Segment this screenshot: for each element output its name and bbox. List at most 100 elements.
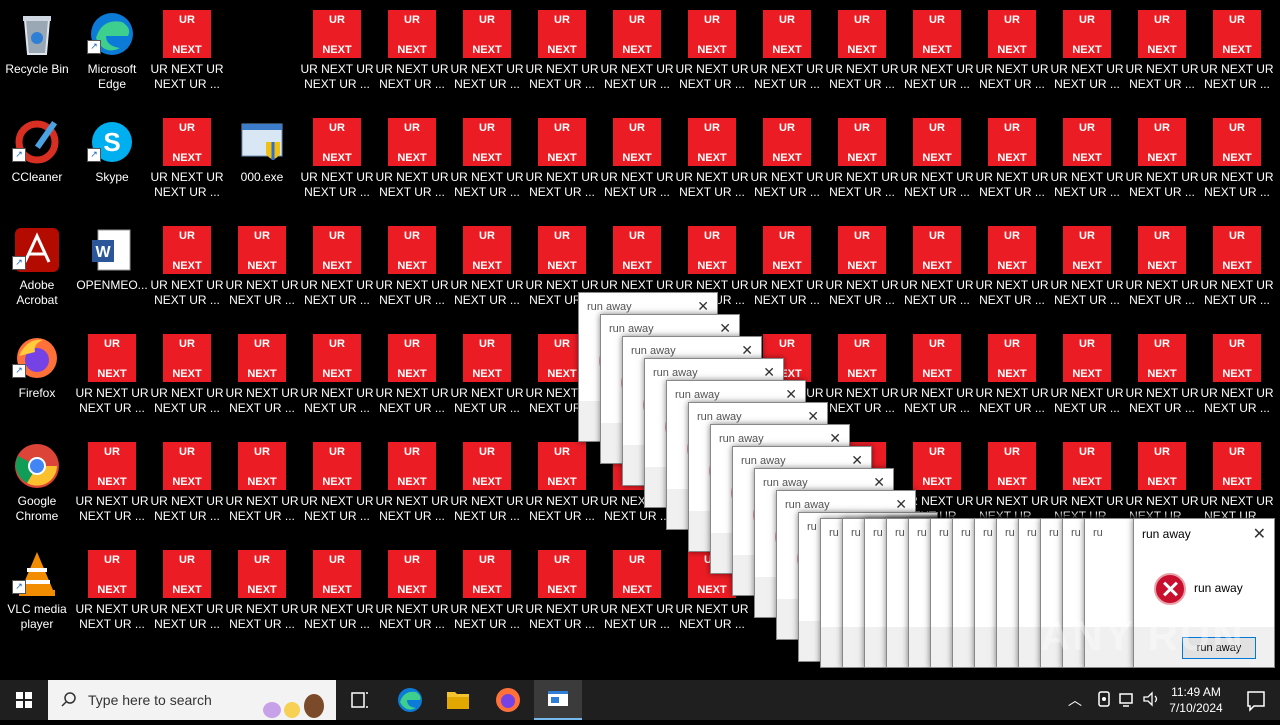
ur-next-shortcut[interactable]: UR NEXT UR NEXT UR NEXT UR ... — [300, 4, 374, 104]
acrobat-shortcut[interactable]: ↗ Adobe Acrobat — [0, 220, 74, 320]
ur-next-shortcut[interactable]: UR NEXT UR NEXT UR NEXT UR ... — [975, 4, 1049, 104]
ur-next-shortcut[interactable]: UR NEXT UR NEXT UR NEXT UR ... — [225, 436, 299, 536]
firefox-shortcut[interactable]: ↗ Firefox — [0, 328, 74, 428]
taskbar-firefox[interactable] — [484, 680, 532, 720]
ur-next-shortcut[interactable]: UR NEXT UR NEXT UR NEXT UR ... — [1050, 112, 1124, 212]
close-icon[interactable]: ✕ — [763, 364, 775, 381]
ur-next-shortcut[interactable]: UR NEXT UR NEXT UR NEXT UR ... — [375, 544, 449, 644]
ur-next-shortcut[interactable]: UR NEXT UR NEXT UR NEXT UR ... — [375, 328, 449, 428]
recycle-bin-shortcut[interactable]: Recycle Bin — [0, 4, 74, 104]
search-box[interactable]: Type here to search — [48, 680, 336, 720]
ur-next-shortcut[interactable]: UR NEXT UR NEXT UR NEXT UR ... — [300, 436, 374, 536]
action-center-button[interactable] — [1232, 680, 1280, 720]
ur-next-shortcut[interactable]: UR NEXT UR NEXT UR NEXT UR ... — [1200, 220, 1274, 320]
ur-next-shortcut[interactable]: UR NEXT UR NEXT UR NEXT UR ... — [1050, 328, 1124, 428]
close-icon[interactable]: ✕ — [741, 342, 753, 359]
ur-next-shortcut[interactable]: UR NEXT UR NEXT UR NEXT UR ... — [675, 112, 749, 212]
ur-next-shortcut[interactable]: UR NEXT UR NEXT UR NEXT UR ... — [300, 328, 374, 428]
volume-control[interactable] — [1142, 690, 1160, 708]
vlc-shortcut[interactable]: ↗ VLC media player — [0, 544, 74, 644]
ur-next-shortcut[interactable]: UR NEXT UR NEXT UR NEXT UR ... — [1050, 220, 1124, 320]
ur-next-shortcut[interactable]: UR NEXT UR NEXT UR NEXT UR ... — [375, 4, 449, 104]
ur-next-shortcut[interactable]: UR NEXT UR NEXT UR NEXT UR ... — [900, 328, 974, 428]
ur-next-shortcut[interactable]: UR NEXT UR NEXT UR NEXT UR ... — [900, 4, 974, 104]
close-icon[interactable]: ✕ — [785, 386, 797, 403]
start-button[interactable] — [0, 680, 48, 720]
ur-next-shortcut[interactable]: UR NEXT UR NEXT UR NEXT UR ... — [975, 112, 1049, 212]
taskbar-active-app[interactable] — [534, 680, 582, 720]
ur-next-shortcut[interactable]: UR NEXT UR NEXT UR NEXT UR ... — [150, 328, 224, 428]
ur-next-shortcut[interactable]: UR NEXT UR NEXT UR NEXT UR ... — [75, 436, 149, 536]
ur-next-shortcut[interactable]: UR NEXT UR NEXT UR NEXT UR ... — [225, 328, 299, 428]
ur-next-shortcut[interactable]: UR NEXT UR NEXT UR NEXT UR ... — [225, 220, 299, 320]
ur-next-shortcut[interactable]: UR NEXT UR NEXT UR NEXT UR ... — [150, 220, 224, 320]
ur-next-shortcut[interactable]: UR NEXT UR NEXT UR NEXT UR ... — [75, 544, 149, 644]
ur-next-shortcut[interactable]: UR NEXT UR NEXT UR NEXT UR ... — [675, 4, 749, 104]
ur-next-shortcut[interactable]: UR NEXT UR NEXT UR NEXT UR ... — [825, 220, 899, 320]
ur-next-shortcut[interactable]: UR NEXT UR NEXT UR NEXT UR ... — [525, 112, 599, 212]
ur-next-shortcut[interactable]: UR NEXT UR NEXT UR NEXT UR ... — [750, 4, 824, 104]
ur-next-shortcut[interactable]: UR NEXT UR NEXT UR NEXT UR ... — [75, 328, 149, 428]
close-icon[interactable]: ✕ — [1253, 524, 1266, 544]
ur-next-shortcut[interactable]: UR NEXT UR NEXT UR NEXT UR ... — [300, 220, 374, 320]
ur-next-shortcut[interactable]: UR NEXT UR NEXT UR NEXT UR ... — [450, 328, 524, 428]
ur-next-shortcut[interactable]: UR NEXT UR NEXT UR NEXT UR ... — [825, 4, 899, 104]
ur-next-shortcut[interactable]: UR NEXT UR NEXT UR NEXT UR ... — [450, 544, 524, 644]
ur-next-shortcut[interactable]: UR NEXT UR NEXT UR NEXT UR ... — [450, 112, 524, 212]
ur-next-shortcut[interactable]: UR NEXT UR NEXT UR NEXT UR ... — [150, 436, 224, 536]
show-hidden-icons[interactable]: ︿ — [1068, 690, 1082, 710]
ur-next-shortcut[interactable]: UR NEXT UR NEXT UR NEXT UR ... — [975, 328, 1049, 428]
ur-next-shortcut[interactable]: UR NEXT UR NEXT UR NEXT UR ... — [600, 544, 674, 644]
close-icon[interactable]: ✕ — [873, 474, 885, 491]
ur-next-shortcut[interactable]: UR NEXT UR NEXT UR NEXT UR ... — [1125, 220, 1199, 320]
ur-next-shortcut[interactable]: UR NEXT UR NEXT UR NEXT UR ... — [1200, 112, 1274, 212]
taskbar-edge[interactable] — [386, 680, 434, 720]
ur-next-shortcut[interactable]: UR NEXT UR NEXT UR NEXT UR ... — [600, 4, 674, 104]
ur-next-shortcut[interactable]: UR NEXT UR NEXT UR NEXT UR ... — [750, 112, 824, 212]
ur-next-shortcut[interactable]: UR NEXT UR NEXT UR NEXT UR ... — [450, 436, 524, 536]
close-icon[interactable]: ✕ — [895, 496, 907, 513]
ur-next-shortcut[interactable]: UR NEXT UR NEXT UR NEXT UR ... — [225, 544, 299, 644]
ur-next-shortcut[interactable]: UR NEXT UR NEXT UR NEXT UR ... — [825, 112, 899, 212]
close-icon[interactable]: ✕ — [719, 320, 731, 337]
ur-next-shortcut[interactable]: UR NEXT UR NEXT UR NEXT UR ... — [450, 4, 524, 104]
skype-shortcut[interactable]: S ↗ Skype — [75, 112, 149, 212]
ur-next-shortcut[interactable]: UR NEXT UR NEXT UR NEXT UR ... — [525, 436, 599, 536]
ur-next-shortcut[interactable]: UR NEXT UR NEXT UR NEXT UR ... — [375, 112, 449, 212]
word-doc-shortcut[interactable]: W OPENMEO... — [75, 220, 149, 320]
close-icon[interactable]: ✕ — [697, 298, 709, 315]
close-icon[interactable]: ✕ — [829, 430, 841, 447]
ur-next-shortcut[interactable]: UR NEXT UR NEXT UR NEXT UR ... — [600, 112, 674, 212]
ur-next-shortcut[interactable]: UR NEXT UR NEXT UR NEXT UR ... — [1125, 112, 1199, 212]
ur-next-shortcut[interactable]: UR NEXT UR NEXT UR NEXT UR ... — [975, 220, 1049, 320]
ur-next-shortcut[interactable]: UR NEXT UR NEXT UR NEXT UR ... — [150, 4, 224, 104]
close-icon[interactable]: ✕ — [807, 408, 819, 425]
ur-next-shortcut[interactable]: UR NEXT UR NEXT UR NEXT UR ... — [300, 544, 374, 644]
ur-next-shortcut[interactable]: UR NEXT UR NEXT UR NEXT UR ... — [525, 544, 599, 644]
close-icon[interactable]: ✕ — [851, 452, 863, 469]
ur-next-shortcut[interactable]: UR NEXT UR NEXT UR NEXT UR ... — [300, 112, 374, 212]
edge-shortcut[interactable]: ↗ Microsoft Edge — [75, 4, 149, 104]
ur-next-shortcut[interactable]: UR NEXT UR NEXT UR NEXT UR ... — [150, 112, 224, 212]
ur-next-shortcut[interactable]: UR NEXT UR NEXT UR NEXT UR ... — [1200, 4, 1274, 104]
clock[interactable]: 11:49 AM 7/10/2024 — [1160, 684, 1232, 716]
ur-next-shortcut[interactable]: UR NEXT UR NEXT UR NEXT UR ... — [900, 112, 974, 212]
exe-shortcut[interactable]: 000.exe — [225, 112, 299, 212]
ur-next-shortcut[interactable]: UR NEXT UR NEXT UR NEXT UR ... — [450, 220, 524, 320]
ur-next-shortcut[interactable]: UR NEXT UR NEXT UR NEXT UR ... — [1050, 4, 1124, 104]
task-view-button[interactable] — [336, 680, 384, 720]
tray-app-icon[interactable] — [1096, 690, 1112, 708]
ur-next-shortcut[interactable]: UR NEXT UR NEXT UR NEXT UR ... — [750, 220, 824, 320]
ur-next-shortcut[interactable]: UR NEXT UR NEXT UR NEXT UR ... — [1125, 328, 1199, 428]
network-status[interactable] — [1118, 690, 1136, 708]
ur-next-shortcut[interactable]: UR NEXT UR NEXT UR NEXT UR ... — [1125, 4, 1199, 104]
ur-next-shortcut[interactable]: UR NEXT UR NEXT UR NEXT UR ... — [375, 436, 449, 536]
ur-next-shortcut[interactable]: UR NEXT UR NEXT UR NEXT UR ... — [900, 220, 974, 320]
ur-next-shortcut[interactable]: UR NEXT UR NEXT UR NEXT UR ... — [825, 328, 899, 428]
ur-next-shortcut[interactable]: UR NEXT UR NEXT UR NEXT UR ... — [150, 544, 224, 644]
taskbar-file-explorer[interactable] — [434, 680, 482, 720]
ur-next-shortcut[interactable]: UR NEXT UR NEXT UR NEXT UR ... — [525, 4, 599, 104]
ur-next-shortcut[interactable]: UR NEXT UR NEXT UR NEXT UR ... — [375, 220, 449, 320]
chrome-shortcut[interactable]: Google Chrome — [0, 436, 74, 536]
ccleaner-shortcut[interactable]: ↗ CCleaner — [0, 112, 74, 212]
